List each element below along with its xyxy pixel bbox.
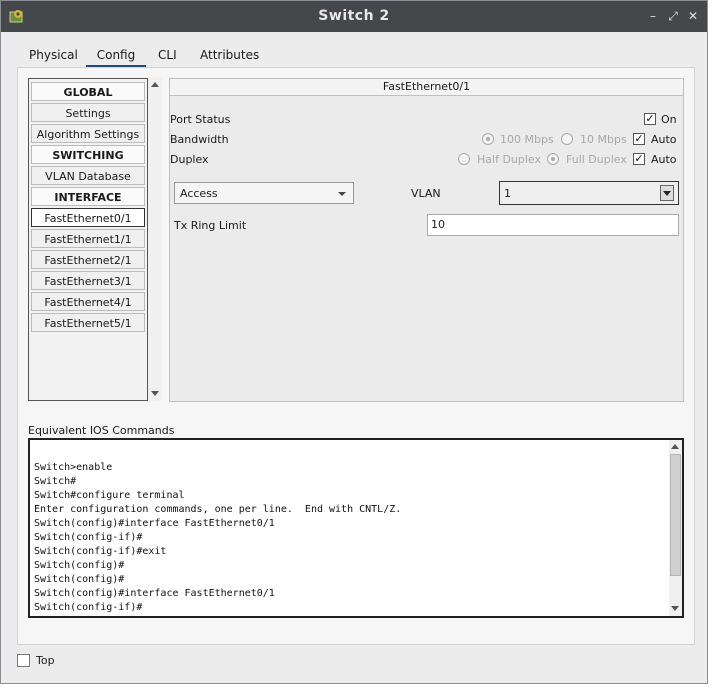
- chevron-down-icon: [663, 191, 671, 196]
- sidebar-item-fastethernet5-1[interactable]: FastEthernet5/1: [31, 313, 145, 332]
- switch-window: Switch 2 – ⤢ ✕ Physical Config CLI Attri…: [0, 0, 708, 684]
- sidebar-header-interface: INTERFACE: [31, 187, 145, 206]
- port-on-label: On: [661, 113, 677, 126]
- bw-auto-label: Auto: [651, 133, 677, 146]
- bw-auto-checkbox[interactable]: ✓: [633, 133, 645, 145]
- close-button[interactable]: ✕: [686, 9, 700, 23]
- duplex-label: Duplex: [170, 153, 209, 166]
- sidebar-scrollbar[interactable]: [148, 78, 162, 401]
- port-mode-value: Access: [180, 187, 218, 200]
- interface-title: FastEthernet0/1: [170, 79, 683, 96]
- maximize-button[interactable]: ⤢: [666, 9, 680, 23]
- tx-ring-input[interactable]: 10: [427, 214, 679, 236]
- ios-commands-box[interactable]: Switch>enable Switch# Switch#configure t…: [28, 438, 684, 618]
- sidebar-item-settings[interactable]: Settings: [31, 103, 145, 122]
- sidebar-item-fastethernet4-1[interactable]: FastEthernet4/1: [31, 292, 145, 311]
- ios-commands-label: Equivalent IOS Commands: [28, 424, 175, 437]
- ios-scrollbar[interactable]: [669, 440, 682, 616]
- vlan-value: 1: [504, 187, 511, 200]
- chevron-down-icon: [338, 192, 346, 196]
- port-mode-select[interactable]: Access: [174, 182, 354, 204]
- tab-config[interactable]: Config: [86, 43, 146, 68]
- sidebar-item-fastethernet3-1[interactable]: FastEthernet3/1: [31, 271, 145, 290]
- scroll-up-icon[interactable]: [151, 82, 159, 87]
- full-duplex-radio[interactable]: [547, 153, 559, 165]
- window-title: Switch 2: [318, 8, 390, 24]
- bw-10-label: 10 Mbps: [580, 133, 627, 146]
- tab-attributes[interactable]: Attributes: [200, 43, 259, 67]
- tx-ring-label: Tx Ring Limit: [174, 219, 247, 232]
- bw-100-label: 100 Mbps: [500, 133, 554, 146]
- vlan-select[interactable]: 1: [499, 181, 679, 205]
- sidebar-item-fastethernet2-1[interactable]: FastEthernet2/1: [31, 250, 145, 269]
- tab-physical[interactable]: Physical: [29, 43, 78, 67]
- sidebar-header-global: GLOBAL: [31, 82, 145, 101]
- tab-cli[interactable]: CLI: [158, 43, 177, 67]
- ios-commands-text: Switch>enable Switch# Switch#configure t…: [34, 462, 402, 613]
- scroll-up-icon[interactable]: [671, 444, 679, 449]
- bandwidth-label: Bandwidth: [170, 133, 229, 146]
- duplex-auto-label: Auto: [651, 153, 677, 166]
- scroll-down-icon[interactable]: [671, 606, 679, 611]
- vlan-dropdown-button[interactable]: [660, 185, 674, 201]
- scroll-down-icon[interactable]: [151, 391, 159, 396]
- port-status-label: Port Status: [170, 113, 231, 126]
- half-duplex-radio[interactable]: [458, 153, 470, 165]
- top-label: Top: [36, 654, 55, 667]
- sidebar-list: GLOBAL Settings Algorithm Settings SWITC…: [28, 78, 148, 401]
- full-duplex-label: Full Duplex: [566, 153, 627, 166]
- minimize-button[interactable]: –: [646, 9, 660, 23]
- scroll-thumb[interactable]: [670, 454, 681, 576]
- sidebar-item-vlan-database[interactable]: VLAN Database: [31, 166, 145, 185]
- sidebar-item-algorithm-settings[interactable]: Algorithm Settings: [31, 124, 145, 143]
- bw-10-radio[interactable]: [561, 133, 573, 145]
- bw-100-radio[interactable]: [482, 133, 494, 145]
- sidebar-item-fastethernet1-1[interactable]: FastEthernet1/1: [31, 229, 145, 248]
- port-status-checkbox[interactable]: ✓: [644, 113, 656, 125]
- duplex-auto-checkbox[interactable]: ✓: [633, 153, 645, 165]
- interface-content: FastEthernet0/1 Port Status ✓ On Bandwid…: [169, 78, 684, 402]
- vlan-label: VLAN: [411, 187, 441, 200]
- title-bar[interactable]: Switch 2 – ⤢ ✕: [1, 1, 707, 32]
- sidebar-header-switching: SWITCHING: [31, 145, 145, 164]
- top-checkbox[interactable]: [17, 654, 30, 667]
- sidebar-item-fastethernet0-1[interactable]: FastEthernet0/1: [31, 208, 145, 227]
- half-duplex-label: Half Duplex: [477, 153, 542, 166]
